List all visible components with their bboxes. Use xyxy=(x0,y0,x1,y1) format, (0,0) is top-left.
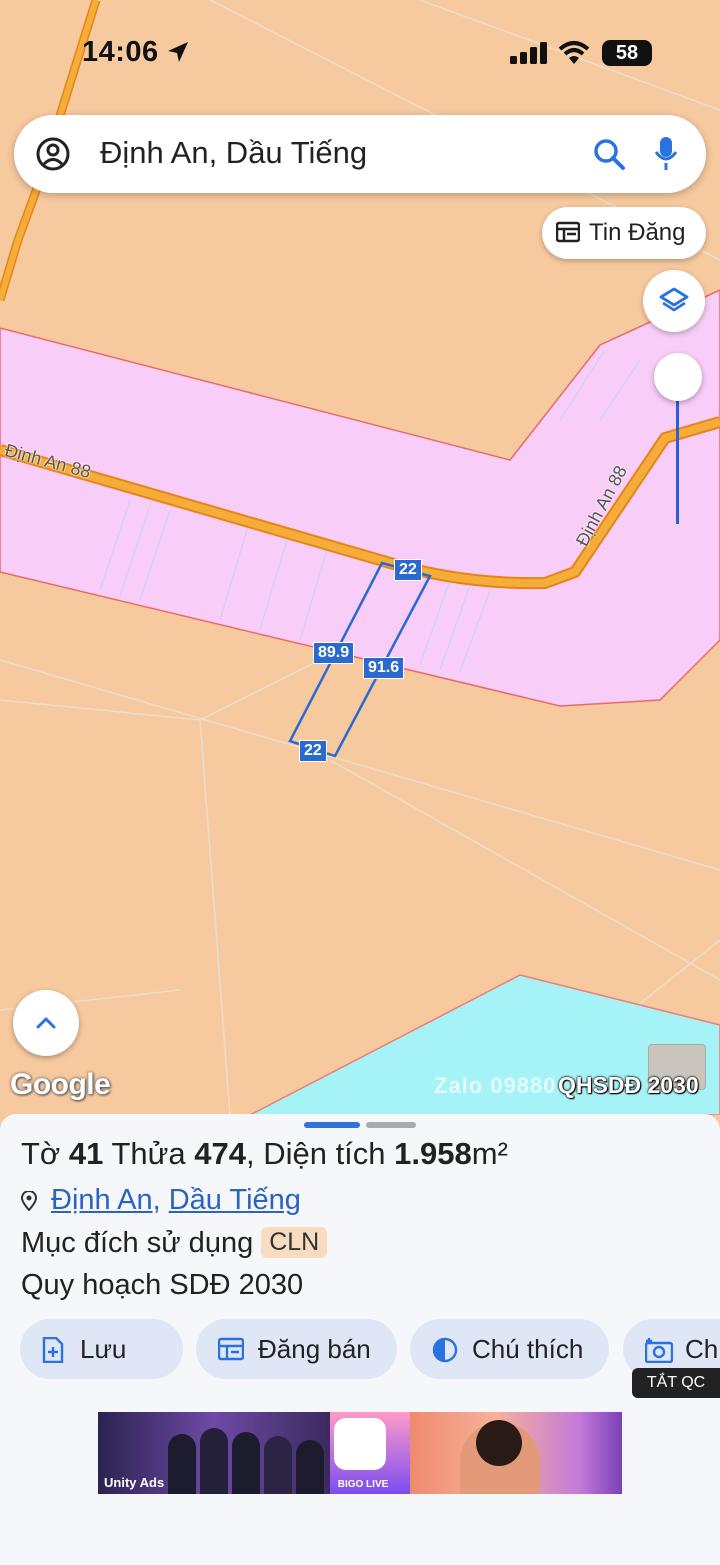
parcel-info-sheet: Tờ 41 Thửa 474, Diện tích 1.958m² Định A… xyxy=(0,1114,720,1565)
sheet-handle-inactive[interactable] xyxy=(366,1122,416,1128)
layer-label: QHSDĐ 2030 xyxy=(558,1072,699,1098)
location-pin-icon xyxy=(21,1191,37,1212)
status-time: 14:06 xyxy=(82,36,159,68)
post-for-sale-button[interactable]: Đăng bán xyxy=(196,1319,397,1379)
commune-link[interactable]: Định An xyxy=(51,1184,153,1216)
parcel-location: Định An, Dầu Tiếng xyxy=(21,1184,301,1217)
tin-dang-label: Tin Đăng xyxy=(589,219,686,246)
land-use-plan: Quy hoạch SDĐ 2030 xyxy=(21,1269,304,1301)
sheet-handle-active[interactable] xyxy=(304,1122,360,1128)
land-use-badge: CLN xyxy=(261,1227,328,1258)
ad-banner[interactable]: BIGO LIVE Unity Ads xyxy=(98,1412,622,1494)
microphone-icon[interactable] xyxy=(654,136,678,172)
district-link[interactable]: Dầu Tiếng xyxy=(169,1184,301,1216)
dim-label-right: 91.6 xyxy=(363,657,405,679)
land-use-purpose: Mục đích sử dụng CLN xyxy=(21,1227,328,1260)
layers-button[interactable] xyxy=(643,270,705,332)
battery-indicator: 58 xyxy=(602,40,652,66)
dim-label-bottom: 22 xyxy=(299,740,327,762)
listing-icon xyxy=(556,221,580,243)
bigo-app-icon xyxy=(334,1418,386,1470)
listing-icon xyxy=(218,1337,244,1361)
wifi-icon xyxy=(558,41,590,64)
legend-button[interactable]: Chú thích xyxy=(410,1319,609,1379)
account-icon[interactable] xyxy=(36,137,70,171)
contrast-icon xyxy=(432,1337,458,1363)
ad-image-person xyxy=(410,1412,622,1494)
bigo-label: BIGO LIVE xyxy=(337,1479,389,1490)
parcel-title: Tờ 41 Thửa 474, Diện tích 1.958m² xyxy=(21,1136,508,1171)
unity-ads-label: Unity Ads xyxy=(104,1475,165,1490)
opacity-slider-handle[interactable] xyxy=(654,353,702,401)
location-arrow-icon xyxy=(168,42,188,62)
cellular-signal-icon xyxy=(510,42,547,64)
chevron-up-icon xyxy=(36,1017,56,1029)
watermark-text: Zalo 09880 xyxy=(434,1073,557,1098)
search-icon[interactable] xyxy=(592,137,626,171)
search-query[interactable]: Định An, Dầu Tiếng xyxy=(100,135,367,171)
expand-up-button[interactable] xyxy=(13,990,79,1056)
dim-label-top: 22 xyxy=(394,559,422,581)
save-file-icon xyxy=(42,1337,64,1363)
tin-dang-button[interactable]: Tin Đăng xyxy=(542,207,706,259)
dim-label-left: 89.9 xyxy=(313,642,355,664)
search-bar[interactable]: Định An, Dầu Tiếng xyxy=(14,115,706,193)
layers-icon xyxy=(659,287,689,312)
status-bar: 14:06 58 xyxy=(0,0,720,110)
google-logo: Google xyxy=(10,1068,111,1101)
save-button[interactable]: Lưu xyxy=(20,1319,183,1379)
close-ad-button[interactable]: TẮT QC xyxy=(632,1368,720,1398)
camera-icon xyxy=(645,1338,673,1363)
